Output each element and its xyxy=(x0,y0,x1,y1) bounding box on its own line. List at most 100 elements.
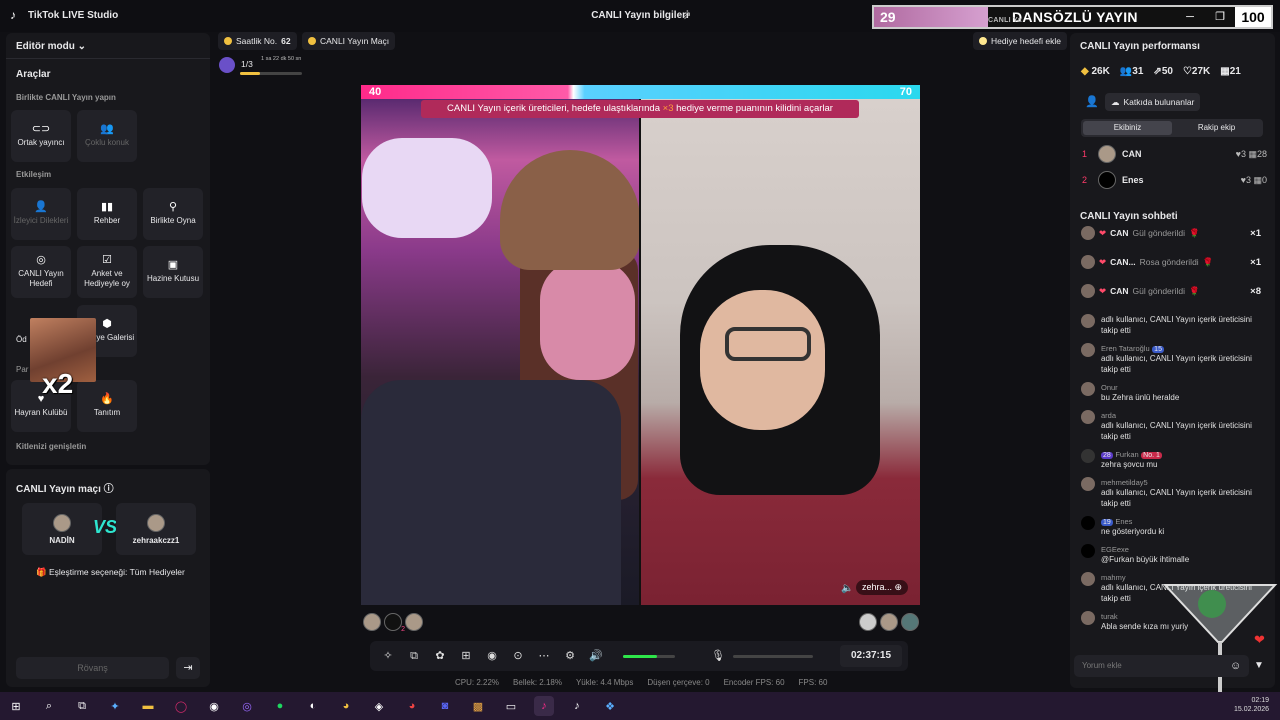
chrome-icon[interactable]: ◕ xyxy=(336,696,356,716)
chat-message[interactable]: mehmetilday5 adlı kullanıcı, CANLI Yayın … xyxy=(1081,477,1265,509)
match-panel xyxy=(6,469,210,687)
rank-row[interactable]: 2 Enes ♥3 ▦0 xyxy=(1082,171,1267,189)
record-icon[interactable]: ◉ xyxy=(484,648,500,664)
heart-icon: ❤ xyxy=(1099,227,1107,238)
promo-button[interactable]: 🔥 Tanıtım xyxy=(77,380,137,432)
chat-message[interactable]: Eren Tataroğlu 15 adlı kullanıcı, CANLI Y… xyxy=(1081,343,1265,375)
effects-icon[interactable]: ✿ xyxy=(432,648,448,664)
volume-icon[interactable]: 🔊 xyxy=(588,648,604,664)
rank-row[interactable]: 1 CAN ♥3 ▦28 xyxy=(1082,145,1267,163)
browser-icon[interactable]: ◐ xyxy=(303,696,323,716)
spotify-icon[interactable]: ● xyxy=(270,696,290,716)
volume-slider[interactable] xyxy=(623,655,675,658)
checkbox-icon: ☑ xyxy=(102,254,112,266)
chat-message[interactable]: adlı kullanıcı, CANLI Yayın içerik üreti… xyxy=(1081,314,1265,336)
cohost-button[interactable]: ⊂⊃ Ortak yayıncı xyxy=(11,110,71,162)
avatar xyxy=(1098,171,1116,189)
live-goal-button[interactable]: ◎ CANLI Yayın Hedefi xyxy=(11,246,71,298)
multi-guest-button[interactable]: 👥 Çoklu konuk xyxy=(77,110,137,162)
layout-icon[interactable]: ⧉ xyxy=(406,648,422,664)
capture-icon[interactable]: ⊙ xyxy=(510,648,526,664)
avatar[interactable] xyxy=(859,613,877,631)
add-source-icon[interactable]: ⊞ xyxy=(458,648,474,664)
divider xyxy=(6,58,210,59)
streamer-face xyxy=(540,260,635,380)
avatar[interactable] xyxy=(880,613,898,631)
play-together-label: Birlikte Oyna xyxy=(150,216,196,225)
tiktok-icon[interactable]: ♪ xyxy=(567,696,587,716)
search-icon[interactable]: ⌕ xyxy=(39,696,59,716)
discord-icon[interactable]: ◙ xyxy=(435,696,455,716)
settings-sliders-icon[interactable]: ⚙ xyxy=(562,648,578,664)
pairing-text: Eşleştirme seçeneği: Tüm Hediyeler xyxy=(48,567,185,577)
minecraft-icon[interactable]: ▩ xyxy=(468,696,488,716)
magic-icon[interactable]: ✧ xyxy=(380,648,396,664)
add-user-icon[interactable]: 👤 xyxy=(1085,95,1099,108)
add-gift-goal-pill[interactable]: Hediye hedefi ekle xyxy=(973,32,1067,50)
heart-outline-icon: ♡ xyxy=(1182,66,1192,77)
folder-icon[interactable]: ▬ xyxy=(138,696,158,716)
opponent-name-tag[interactable]: zehra... ⊕ xyxy=(856,580,909,595)
app-logo: ♪ TikTok LIVE Studio xyxy=(10,8,118,22)
mem-stat: Bellek: 2.18% xyxy=(513,678,562,687)
speaker-icon[interactable]: 🔈 xyxy=(841,583,853,594)
tab-your-team[interactable]: Ekibiniz xyxy=(1083,121,1172,135)
emoji-icon[interactable]: ☺ xyxy=(1230,660,1241,672)
avatar[interactable] xyxy=(901,613,919,631)
poll-label: Anket ve Hediyeyle oy xyxy=(84,269,130,288)
help-icon[interactable]: ⓘ xyxy=(104,484,114,495)
chat-user: Eren Tataroğlu xyxy=(1101,344,1150,353)
hourly-rank-pill[interactable]: Saatlik No. 62 xyxy=(218,32,297,50)
microphone-icon[interactable]: 🎙 xyxy=(710,648,726,664)
play-together-button[interactable]: ⚲ Birlikte Oyna xyxy=(143,188,203,240)
editor-mode-dropdown[interactable]: Editör modu ⌄ xyxy=(16,41,86,52)
task-view-icon[interactable]: ⧉ xyxy=(72,696,92,716)
exit-icon[interactable]: ⇥ xyxy=(176,657,200,679)
live-match-pill[interactable]: CANLI Yayın Maçı xyxy=(302,32,396,50)
like-stat: ♡27K xyxy=(1183,66,1210,77)
rematch-button[interactable]: Rövanş xyxy=(16,657,169,679)
chat-message[interactable]: 19 Enes ne gösteriyordu ki xyxy=(1081,516,1265,537)
chat-message[interactable]: arda adlı kullanıcı, CANLI Yayın içerik ü… xyxy=(1081,410,1265,442)
heart-like-icon[interactable]: ❤ xyxy=(1254,632,1265,648)
guide-button[interactable]: ▮▮ Rehber xyxy=(77,188,137,240)
treasure-box-button[interactable]: ▣ Hazine Kutusu xyxy=(143,246,203,298)
files-icon[interactable]: ▭ xyxy=(501,696,521,716)
comment-input[interactable]: Yorum ekle xyxy=(1074,655,1249,677)
poll-button[interactable]: ☑ Anket ve Hediyeyle oy xyxy=(77,246,137,298)
maximize-icon[interactable]: ❐ xyxy=(1205,7,1235,27)
app2-icon[interactable]: ◈ xyxy=(369,696,389,716)
progress-fraction: 1/3 xyxy=(241,59,253,69)
gift-count: ×1 xyxy=(1250,256,1261,268)
opera-icon[interactable]: ◯ xyxy=(171,696,191,716)
app-icon[interactable]: ◎ xyxy=(237,696,257,716)
chat-message[interactable]: EGEexe @Furkan büyük ihtimalle xyxy=(1081,544,1265,565)
copilot-icon[interactable]: ✦ xyxy=(105,696,125,716)
windows-start-icon[interactable]: ⊞ xyxy=(6,696,26,716)
contributors-button[interactable]: ☁ Katkıda bulunanlar xyxy=(1105,93,1201,111)
send-icon[interactable]: ▼ xyxy=(1254,660,1264,671)
live-info-title[interactable]: CANLI Yayın bilgileri xyxy=(540,10,740,21)
app3-icon[interactable]: ❖ xyxy=(600,696,620,716)
multi-guest-label: Çoklu konuk xyxy=(84,138,130,147)
more-icon[interactable]: ⋯ xyxy=(536,648,552,664)
heart-icon: ❤ xyxy=(1099,256,1107,267)
minimize-icon[interactable]: ─ xyxy=(1175,7,1205,27)
pairing-row: 🎁 Eşleştirme seçeneği: Tüm Hediyeler xyxy=(36,567,185,578)
mic-slider[interactable] xyxy=(733,655,813,658)
tab-rival-team[interactable]: Rakip ekip xyxy=(1172,121,1261,135)
chrome2-icon[interactable]: ◕ xyxy=(402,696,422,716)
avatar[interactable] xyxy=(405,613,423,631)
chat-message[interactable]: Onur bu Zehra ünlü heralde xyxy=(1081,382,1265,403)
app-title: TikTok LIVE Studio xyxy=(28,9,119,21)
chat-message[interactable]: 28 Furkan No. 1 zehra şovcu mu xyxy=(1081,449,1265,470)
gift-count: ×1 xyxy=(1250,227,1261,239)
share-icon[interactable]: ⇗ xyxy=(682,9,691,22)
steam-icon[interactable]: ◉ xyxy=(204,696,224,716)
viewer-requests-button[interactable]: 👤 İzleyici Dilekleri xyxy=(11,188,71,240)
avatar[interactable] xyxy=(363,613,381,631)
tiktok-studio-icon[interactable]: ♪ xyxy=(534,696,554,716)
avatar[interactable]: 2 xyxy=(384,613,405,633)
split-divider xyxy=(639,99,641,605)
gift-value: 21 xyxy=(1229,66,1241,77)
